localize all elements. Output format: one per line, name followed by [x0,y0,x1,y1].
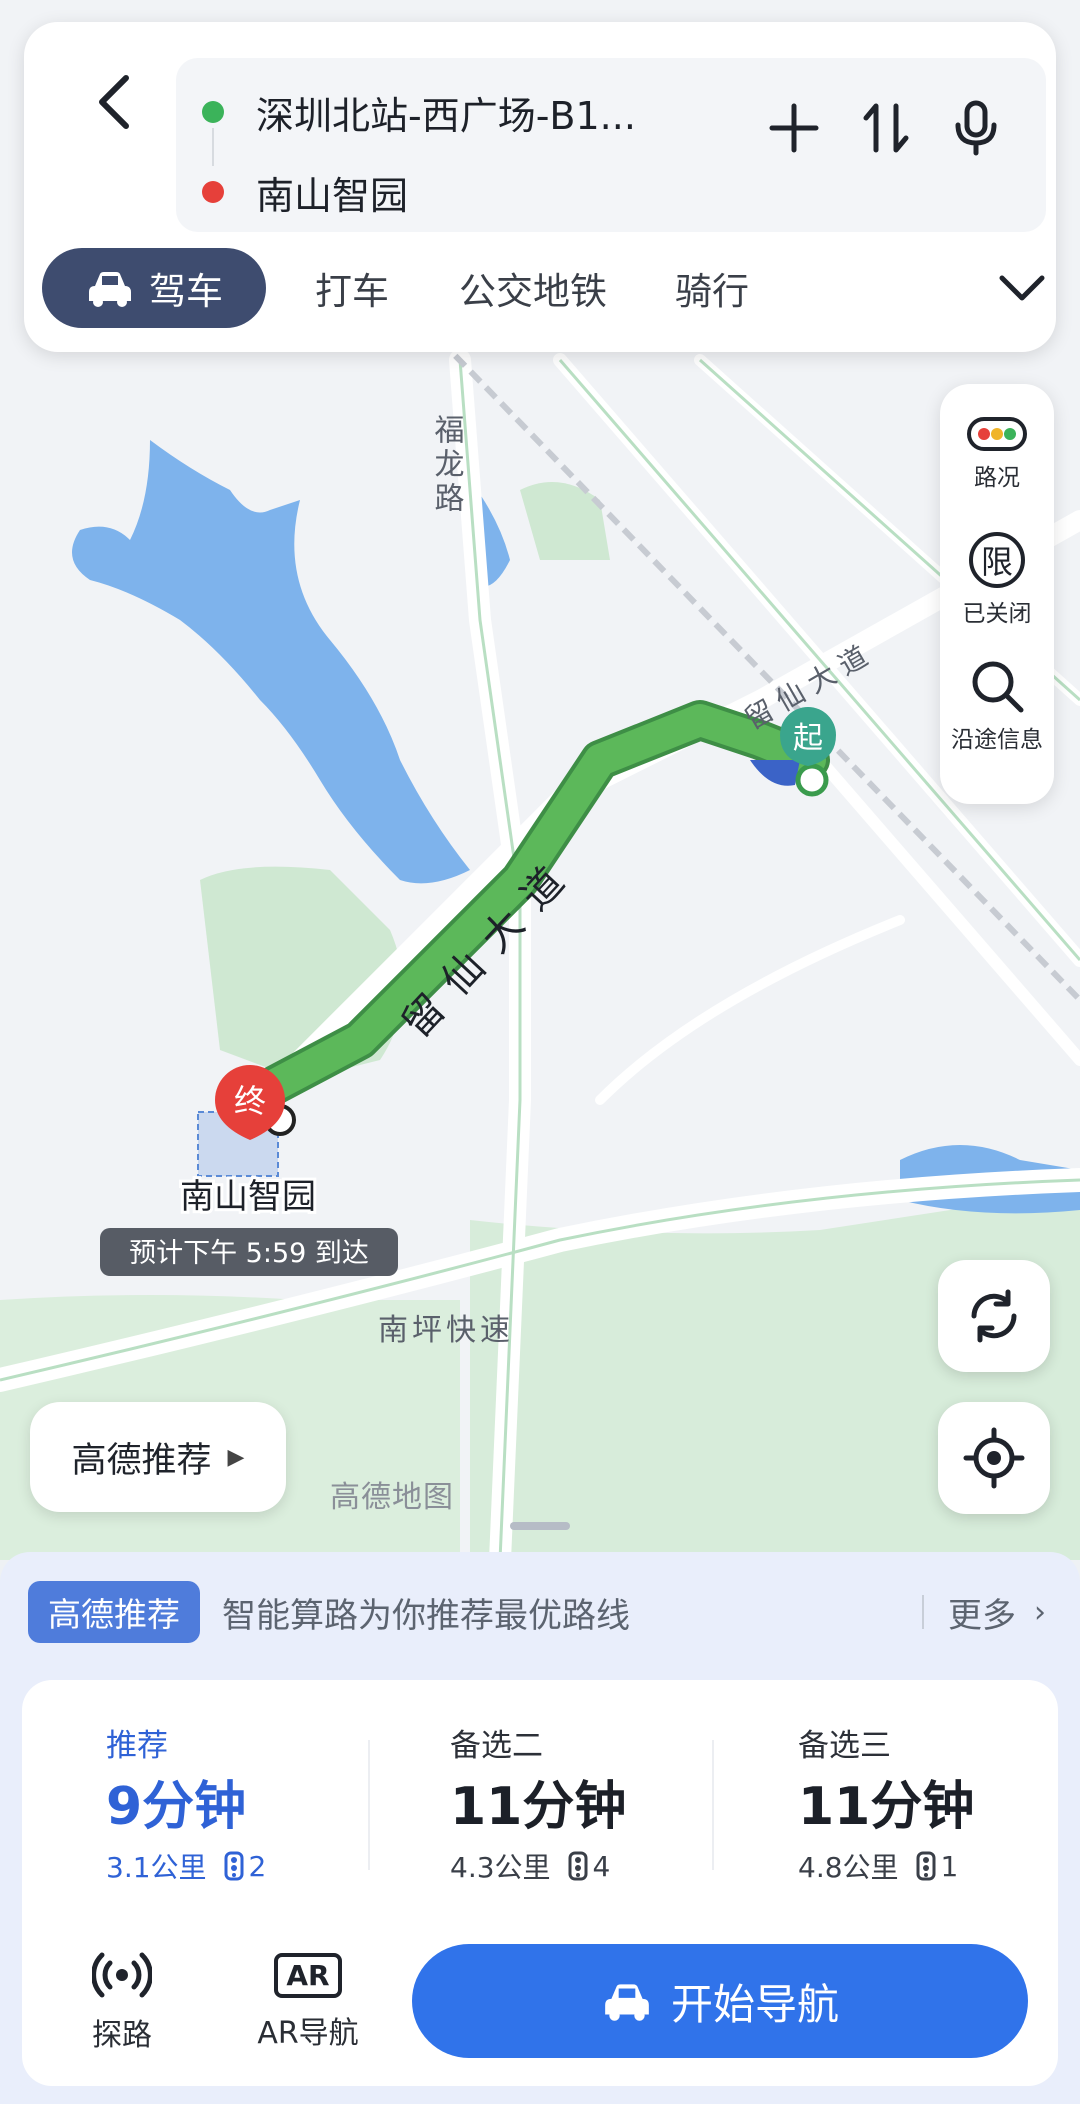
option-label: 推荐 [106,1728,168,1764]
mode-tabs: 驾车 打车 公交地铁 骑行 [42,248,1045,328]
map-watermark: 高德地图 [330,1480,454,1515]
origin-dot [202,101,224,123]
route-option[interactable]: 备选三 11分钟 4.8公里 1 [798,1680,1080,1900]
route-option[interactable]: 推荐 9分钟 3.1公里 2 [106,1680,446,1900]
traffic-button[interactable]: 路况 [940,394,1054,514]
option-lights: 1 [940,1849,959,1883]
option-time: 9分钟 [106,1777,247,1837]
option-label: 备选三 [798,1728,891,1764]
destination-text: 南山智园 [256,173,409,218]
recommend-pill-label: 高德推荐 [71,1440,212,1481]
route-inputs: 深圳北站-西广场-B1... 南山智园 [176,58,1046,232]
back-button[interactable] [64,52,164,152]
refresh-route-button[interactable] [938,1260,1050,1372]
triangle-right-icon: ▶ [227,1444,245,1470]
option-label: 备选二 [450,1728,543,1764]
locate-icon [963,1427,1025,1489]
route-card: 深圳北站-西广场-B1... 南山智园 驾车 打车 公交地铁 骑行 [24,22,1056,352]
svg-text:预计下午 5:59 到达: 预计下午 5:59 到达 [129,1238,369,1269]
traffic-light-icon [223,1851,245,1881]
tab-drive-label: 驾车 [149,270,223,313]
more-routes-link[interactable]: 更多 › [922,1580,1046,1644]
option-time: 11分钟 [450,1777,627,1837]
car-icon [85,268,135,308]
locate-button[interactable] [938,1402,1050,1514]
traffic-label: 路况 [974,465,1020,491]
route-option[interactable]: 备选二 11分钟 4.3公里 4 [450,1680,790,1900]
option-lights: 2 [248,1849,267,1883]
ar-icon: AR [274,1952,342,1998]
svg-text:终: 终 [234,1082,266,1120]
tab-transit[interactable]: 公交地铁 [438,248,628,328]
eta-badge: 预计下午 5:59 到达 [100,1228,398,1276]
car-icon [601,1980,653,2022]
traffic-light-icon [967,417,1027,451]
traffic-light-icon [915,1851,937,1881]
broadcast-icon [92,1952,152,1998]
chevron-left-icon [99,75,129,129]
more-label: 更多 [948,1595,1016,1636]
routes-card: 推荐 9分钟 3.1公里 2 备选二 11分钟 4.3公里 4 备选三 11分钟… [22,1680,1058,2086]
option-meta: 3.1公里 2 [106,1846,266,1886]
route-sheet: 高德推荐 智能算路为你推荐最优路线 更多 › 推荐 9分钟 3.1公里 2 备选… [0,1552,1080,2104]
option-meta: 4.3公里 4 [450,1846,610,1886]
map-tools-panel: 路况 限 已关闭 沿途信息 [940,384,1054,804]
destination-dot [202,181,224,203]
start-navigation-label: 开始导航 [670,1979,839,2029]
explore-road-label: 探路 [92,2018,152,2053]
ar-navigation-button[interactable]: AR AR导航 [238,1942,378,2062]
refresh-icon [971,1289,1017,1343]
option-distance: 4.3公里 [450,1851,551,1884]
along-route-label: 沿途信息 [951,727,1043,753]
svg-text:起: 起 [793,721,823,756]
microphone-icon [955,100,997,156]
add-waypoint-button[interactable] [754,78,834,178]
along-route-button[interactable]: 沿途信息 [940,646,1054,766]
sheet-header: 高德推荐 智能算路为你推荐最优路线 更多 › [28,1580,1052,1644]
plus-icon [769,103,819,153]
option-distance: 3.1公里 [106,1851,207,1884]
option-distance: 4.8公里 [798,1851,899,1884]
option-time: 11分钟 [798,1777,975,1837]
restriction-button[interactable]: 限 已关闭 [940,520,1054,640]
swap-button[interactable] [846,78,926,178]
tab-cycling[interactable]: 骑行 [652,248,772,328]
start-navigation-button[interactable]: 开始导航 [412,1944,1028,2058]
road-label: 南坪快速 [378,1313,514,1348]
restriction-label: 已关闭 [962,601,1032,627]
sheet-drag-handle[interactable] [510,1522,570,1530]
traffic-light-icon [567,1851,589,1881]
destination-field[interactable]: 南山智园 [176,152,408,232]
swap-icon [863,103,909,153]
recommend-pill[interactable]: 高德推荐 ▶ [30,1402,286,1512]
recommend-text: 智能算路为你推荐最优路线 [222,1595,630,1636]
tab-drive[interactable]: 驾车 [42,248,266,328]
chevron-right-icon: › [1034,1594,1046,1630]
restriction-icon: 限 [969,532,1025,588]
origin-field[interactable]: 深圳北站-西广场-B1... [176,72,636,152]
option-meta: 4.8公里 1 [798,1846,958,1886]
recommend-badge: 高德推荐 [28,1581,200,1643]
voice-button[interactable] [936,78,1016,178]
origin-text: 深圳北站-西广场-B1... [256,93,636,138]
more-modes-button[interactable] [992,248,1052,328]
chevron-down-icon [999,275,1045,301]
explore-road-button[interactable]: 探路 [62,1942,182,2062]
ar-navigation-label: AR导航 [257,2015,359,2051]
search-icon [972,661,1024,713]
destination-label: 南山智园 [180,1177,316,1217]
tab-taxi[interactable]: 打车 [292,248,412,328]
option-lights: 4 [592,1849,611,1883]
road-label: 福龙路 [429,414,465,516]
